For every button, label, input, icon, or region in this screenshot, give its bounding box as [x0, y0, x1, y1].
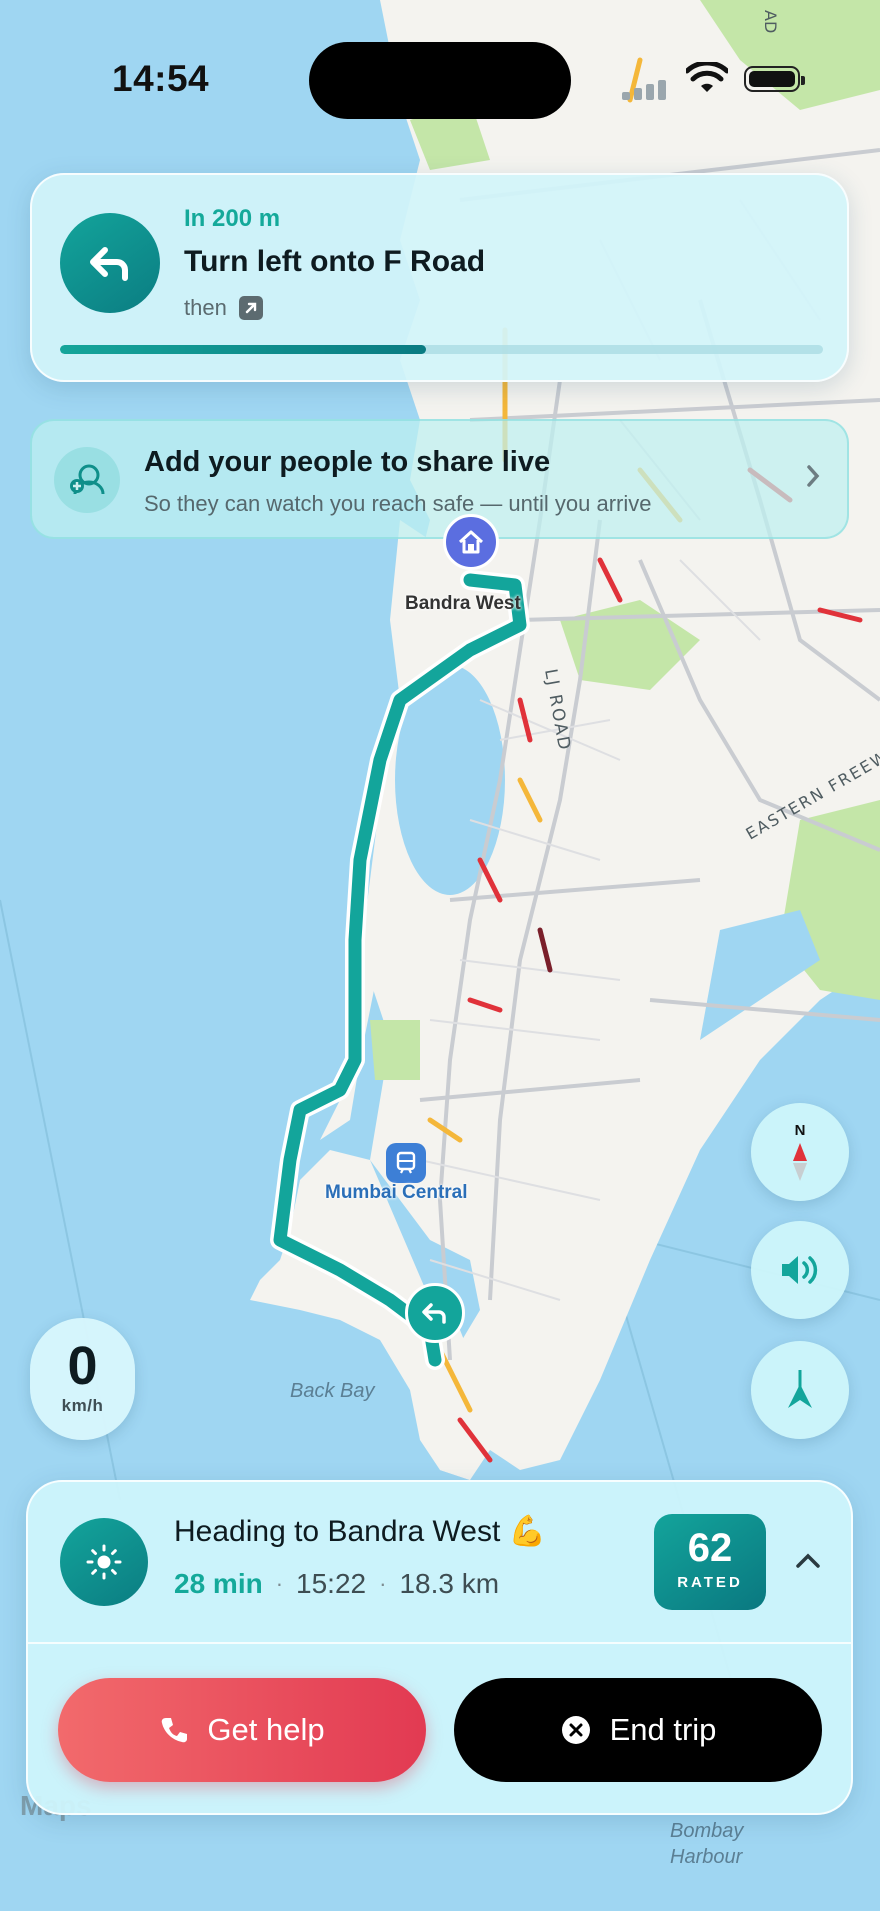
driving-score-badge[interactable]: 62 RATED	[654, 1514, 766, 1610]
speedometer: 0 km/h	[30, 1318, 135, 1440]
turn-instruction: Turn left onto F Road	[184, 245, 486, 278]
phone-icon	[162, 1718, 188, 1743]
compass-north-label: N	[794, 1121, 806, 1139]
turn-instruction-card[interactable]: In 200 m Turn left onto F Road then	[30, 173, 849, 382]
end-trip-button[interactable]: End trip	[454, 1678, 822, 1782]
map-label-bandra-west: Bandra West	[405, 593, 521, 614]
chevron-up-icon[interactable]	[790, 1548, 826, 1572]
divider	[28, 1642, 851, 1644]
maneuver-progress-bar	[60, 345, 823, 354]
speaker-icon	[782, 1256, 818, 1284]
current-location-turn-icon	[405, 1283, 465, 1343]
get-help-label: Get help	[207, 1712, 325, 1747]
share-title: Add your people to share live	[144, 446, 551, 478]
score-label: RATED	[677, 1574, 743, 1591]
wifi-icon	[686, 62, 728, 92]
trip-destination: Heading to Bandra West 💪	[174, 1515, 546, 1548]
trip-eta-row: 28 min · 15:22 · 18.3 km	[174, 1568, 500, 1599]
recenter-arrow-icon	[788, 1370, 812, 1408]
trip-summary-card: Heading to Bandra West 💪 28 min · 15:22 …	[26, 1480, 853, 1815]
clock: 14:54	[112, 58, 210, 99]
status-bar: 14:54	[0, 0, 880, 160]
compass-button[interactable]: N	[751, 1103, 849, 1201]
share-people-icon	[54, 447, 120, 513]
turn-distance: In 200 m	[184, 205, 281, 232]
arrow-up-right-icon	[238, 296, 263, 320]
compass-icon	[793, 1142, 807, 1181]
get-help-button[interactable]: Get help	[58, 1678, 426, 1782]
turn-left-icon	[60, 213, 160, 313]
sun-icon[interactable]	[60, 1518, 148, 1606]
map-label-back-bay: Back Bay	[290, 1380, 375, 1402]
close-circle-icon	[561, 1716, 590, 1744]
battery-icon	[744, 66, 805, 92]
home-icon[interactable]	[443, 514, 499, 570]
cellular-signal-icon	[622, 72, 668, 100]
speed-value: 0	[67, 1336, 98, 1396]
remaining-distance: 18.3 km	[399, 1568, 500, 1599]
audio-button[interactable]	[751, 1221, 849, 1319]
recenter-button[interactable]	[751, 1341, 849, 1439]
chevron-right-icon	[807, 465, 820, 487]
train-icon[interactable]	[386, 1143, 426, 1183]
dynamic-island	[309, 42, 571, 119]
speed-unit: km/h	[61, 1396, 104, 1415]
map-label-mumbai-central: Mumbai Central	[325, 1182, 468, 1203]
score-value: 62	[687, 1526, 733, 1570]
then-label: then	[184, 295, 227, 320]
arrival-time: 15:22	[296, 1568, 367, 1599]
eta-minutes: 28 min	[174, 1568, 263, 1599]
share-live-banner[interactable]: Add your people to share live So they ca…	[30, 419, 849, 539]
end-trip-label: End trip	[609, 1712, 717, 1747]
next-maneuver: then	[184, 295, 263, 321]
map-label-bombay-harbour: Bombay Harbour	[670, 1820, 744, 1868]
share-subtitle: So they can watch you reach safe — until…	[144, 491, 652, 516]
progress-fill	[60, 345, 427, 354]
